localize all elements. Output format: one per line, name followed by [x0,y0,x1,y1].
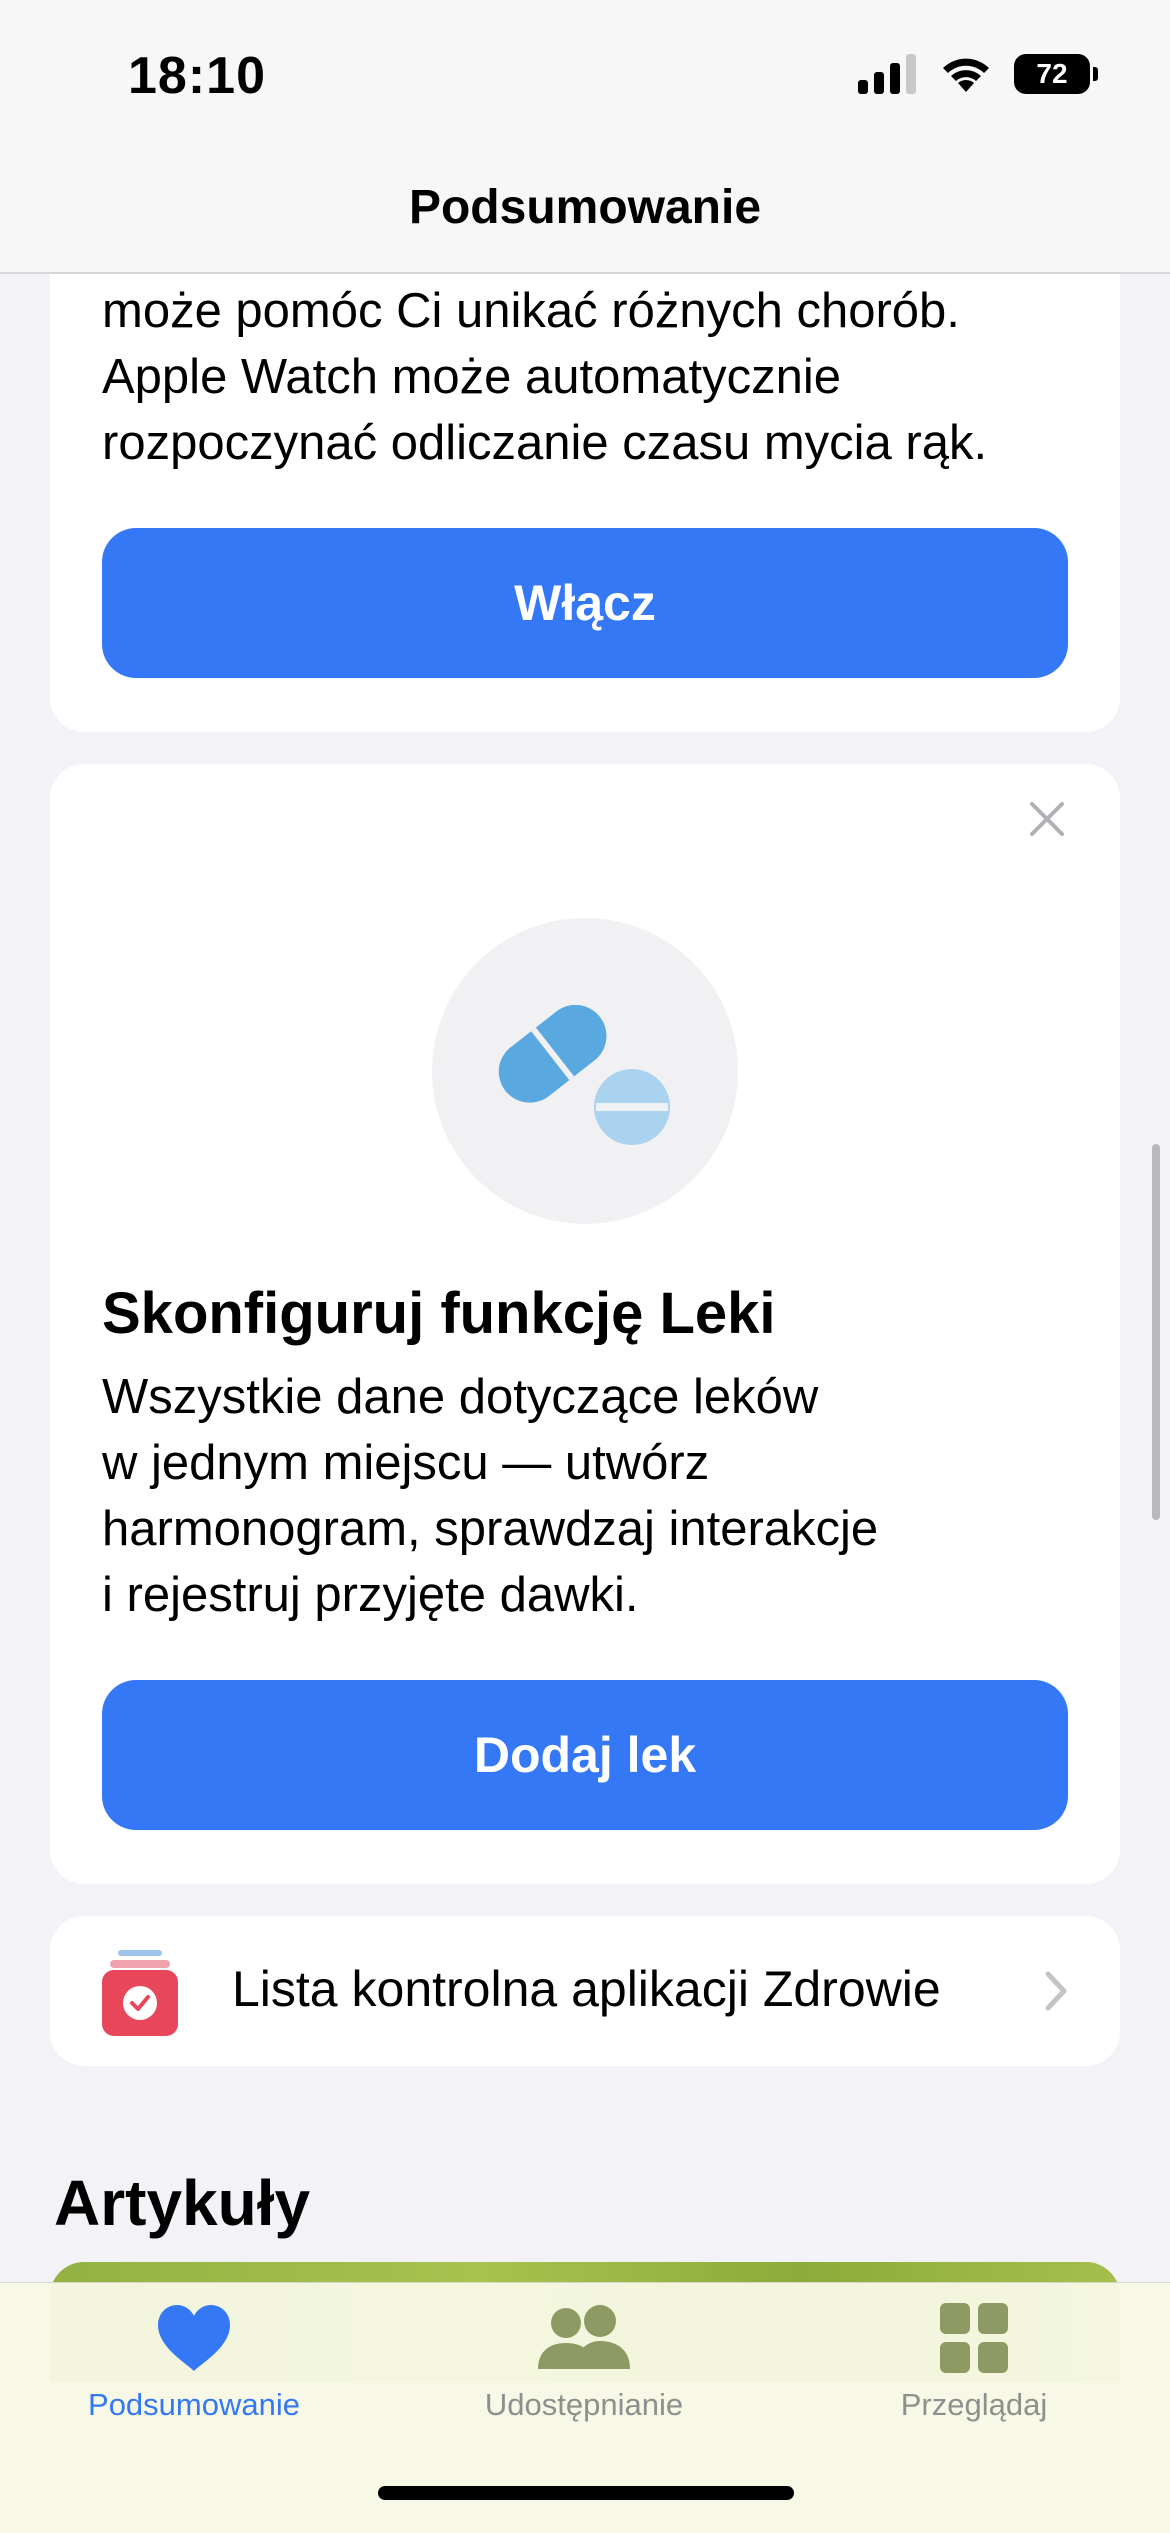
status-bar: 18:10 72 [0,0,1170,150]
pill-illustration [432,918,738,1224]
pills-icon [498,1004,670,1145]
tab-label: Przeglądaj [900,2387,1048,2422]
handwashing-description: może pomóc Ci unikać różnych chorób. App… [102,278,1082,476]
enable-button[interactable]: Włącz [102,528,1068,678]
tab-summary[interactable]: Podsumowanie [44,2303,344,2423]
grid-icon [940,2303,1008,2373]
description-line: rozpoczynać odliczanie czasu mycia rąk. [102,416,988,470]
status-icons: 72 [858,54,1098,94]
people-icon [538,2305,630,2369]
articles-heading: Artykuły [54,2167,311,2239]
battery-icon: 72 [1014,54,1098,94]
checklist-label: Lista kontrolna aplikacji Zdrowie [232,1961,941,2017]
medications-card: Skonfiguruj funkcję Leki Wszystkie dane … [50,764,1120,1884]
tab-label: Podsumowanie [88,2387,300,2422]
heart-icon [158,2305,230,2371]
checklist-icon [102,1950,178,2036]
close-icon[interactable] [1022,794,1072,844]
tab-browse[interactable]: Przeglądaj [824,2303,1124,2423]
description-line: może pomóc Ci unikać różnych chorób. [102,284,960,338]
description-line: Apple Watch może automatycznie [102,350,841,404]
medications-title: Skonfiguruj funkcję Leki [102,1281,776,1346]
medications-description: Wszystkie dane dotyczące leków w jednym … [102,1364,1062,1628]
tab-sharing[interactable]: Udostępnianie [434,2303,734,2423]
navigation-bar: Podsumowanie [0,150,1170,274]
description-line: w jednym miejscu — utwórz [102,1436,710,1490]
add-medication-button[interactable]: Dodaj lek [102,1680,1068,1830]
home-indicator[interactable] [378,2486,794,2500]
wifi-icon [943,58,989,92]
chevron-right-icon [1045,1971,1067,2011]
health-checklist-row[interactable]: Lista kontrolna aplikacji Zdrowie [50,1916,1120,2066]
battery-level: 72 [1036,58,1068,89]
status-time: 18:10 [128,47,266,105]
description-line: harmonogram, sprawdzaj interakcje [102,1502,879,1556]
description-line: Wszystkie dane dotyczące leków [102,1370,819,1424]
cellular-signal-icon [858,54,916,94]
tab-label: Udostępnianie [484,2387,684,2422]
description-line: i rejestruj przyjęte dawki. [102,1568,639,1622]
page-title: Podsumowanie [408,181,762,234]
scroll-indicator[interactable] [1152,1144,1160,1520]
